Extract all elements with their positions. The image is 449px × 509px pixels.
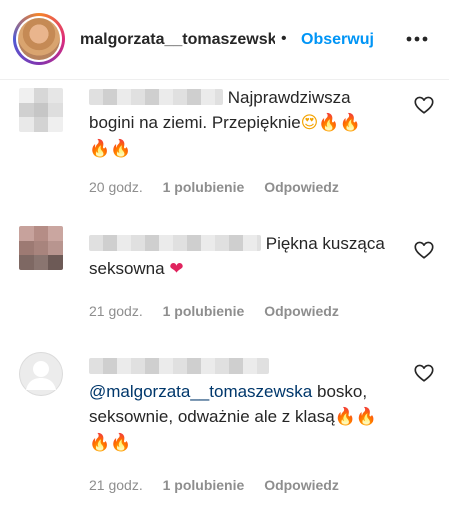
comment-meta: 21 godz. 1 polubienie Odpowiedz	[89, 477, 339, 493]
comment-meta: 21 godz. 1 polubienie Odpowiedz	[89, 303, 339, 319]
reply-button[interactable]: Odpowiedz	[264, 303, 339, 319]
heart-outline-icon	[414, 241, 434, 259]
comment-text: Piękna kusząca seksowna ❤	[89, 231, 399, 282]
like-comment-button[interactable]	[413, 94, 435, 116]
fire-emoji: 🔥	[110, 433, 132, 453]
fire-emoji: 🔥	[89, 139, 111, 159]
fire-emoji: 🔥	[318, 113, 340, 133]
comment-text: Najprawdziwsza bogini na ziemi. Przepięk…	[89, 85, 399, 162]
comment-likes[interactable]: 1 polubienie	[163, 179, 245, 195]
blurred-username[interactable]	[89, 358, 269, 374]
post-header: malgorzata__tomaszewska • Obserwuj	[0, 0, 449, 80]
avatar-photo	[18, 18, 60, 60]
comment-likes[interactable]: 1 polubienie	[163, 477, 245, 493]
comment-meta: 20 godz. 1 polubienie Odpowiedz	[89, 179, 339, 195]
more-options-button[interactable]	[397, 24, 437, 54]
like-comment-button[interactable]	[413, 362, 435, 384]
fire-emoji: 🔥	[110, 139, 132, 159]
blurred-username[interactable]	[89, 89, 223, 105]
fire-emoji: 🔥	[355, 407, 378, 427]
comment-time[interactable]: 20 godz.	[89, 179, 143, 195]
heart-eyes-emoji: 😍	[300, 113, 319, 133]
like-comment-button[interactable]	[413, 239, 435, 261]
comment-time[interactable]: 21 godz.	[89, 477, 143, 493]
red-heart-emoji: ❤	[169, 259, 184, 279]
avatar-frame	[16, 16, 62, 62]
separator-dot: •	[281, 30, 287, 47]
reply-button[interactable]: Odpowiedz	[264, 477, 339, 493]
blurred-avatar	[19, 226, 63, 270]
more-horizontal-icon	[406, 36, 428, 42]
fire-emoji: 🔥	[339, 113, 361, 133]
mention-link[interactable]: @malgorzata__tomaszewska	[89, 382, 312, 401]
profile-username[interactable]: malgorzata__tomaszewska	[80, 31, 275, 49]
heart-outline-icon	[414, 364, 434, 382]
blurred-username[interactable]	[89, 235, 261, 251]
commenter-avatar[interactable]	[19, 226, 63, 270]
commenter-avatar[interactable]	[19, 88, 63, 132]
comment-likes[interactable]: 1 polubienie	[163, 303, 245, 319]
comment-time[interactable]: 21 godz.	[89, 303, 143, 319]
profile-avatar[interactable]	[13, 13, 65, 65]
default-avatar-icon	[19, 352, 63, 396]
fire-emoji: 🔥	[89, 433, 111, 453]
comment-text: @malgorzata__tomaszewska bosko, seksowni…	[89, 354, 399, 456]
follow-button[interactable]: Obserwuj	[301, 31, 374, 49]
commenter-avatar[interactable]	[19, 352, 63, 396]
blurred-avatar	[19, 88, 63, 132]
reply-button[interactable]: Odpowiedz	[264, 179, 339, 195]
heart-outline-icon	[414, 96, 434, 114]
fire-emoji: 🔥	[334, 407, 356, 427]
